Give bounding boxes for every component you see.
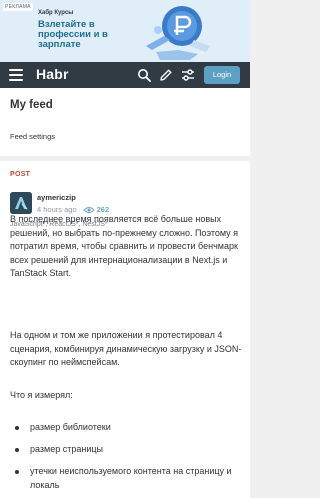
menu-icon[interactable] (9, 69, 23, 81)
pen-icon[interactable] (159, 68, 173, 82)
post-paragraph-3: Что я измерял: (10, 390, 73, 400)
post-bullet-3: утечки неиспользуемого контента на стран… (12, 465, 242, 492)
login-button[interactable]: Login (204, 66, 240, 84)
avatar-image (10, 192, 32, 214)
ad-illustration (146, 6, 210, 60)
post-card: POST aymericzip 4 hours ago 262 JavaScri… (0, 161, 250, 498)
avatar[interactable] (10, 192, 32, 214)
ad-headline: Взлетайте в профессии и в зарплате (38, 19, 108, 50)
feed-settings-link[interactable]: Feed settings (10, 132, 55, 141)
post-type-label: POST (10, 171, 31, 178)
post-paragraph-1: В последнее время появляется всё больше … (10, 214, 239, 279)
post-bullet-1: размер библиотеки (12, 421, 242, 435)
ad-brand: Хабр Курсы (38, 10, 74, 16)
page-title: My feed (10, 99, 53, 111)
top-navbar: Habr Login (0, 62, 250, 88)
author-name[interactable]: aymericzip (37, 193, 76, 202)
ad-banner[interactable]: РЕКЛАМА Хабр Курсы Взлетайте в профессии… (0, 0, 250, 62)
habr-logo[interactable]: Habr (36, 66, 69, 82)
settings-icon[interactable] (181, 68, 195, 82)
feed-header: My feed Feed settings (0, 88, 250, 156)
ad-tag: РЕКЛАМА (3, 3, 33, 11)
post-paragraph-2: На одном и том же приложении я протестир… (10, 330, 242, 368)
post-bullet-2: размер страницы (12, 443, 242, 457)
search-icon[interactable] (137, 68, 151, 82)
